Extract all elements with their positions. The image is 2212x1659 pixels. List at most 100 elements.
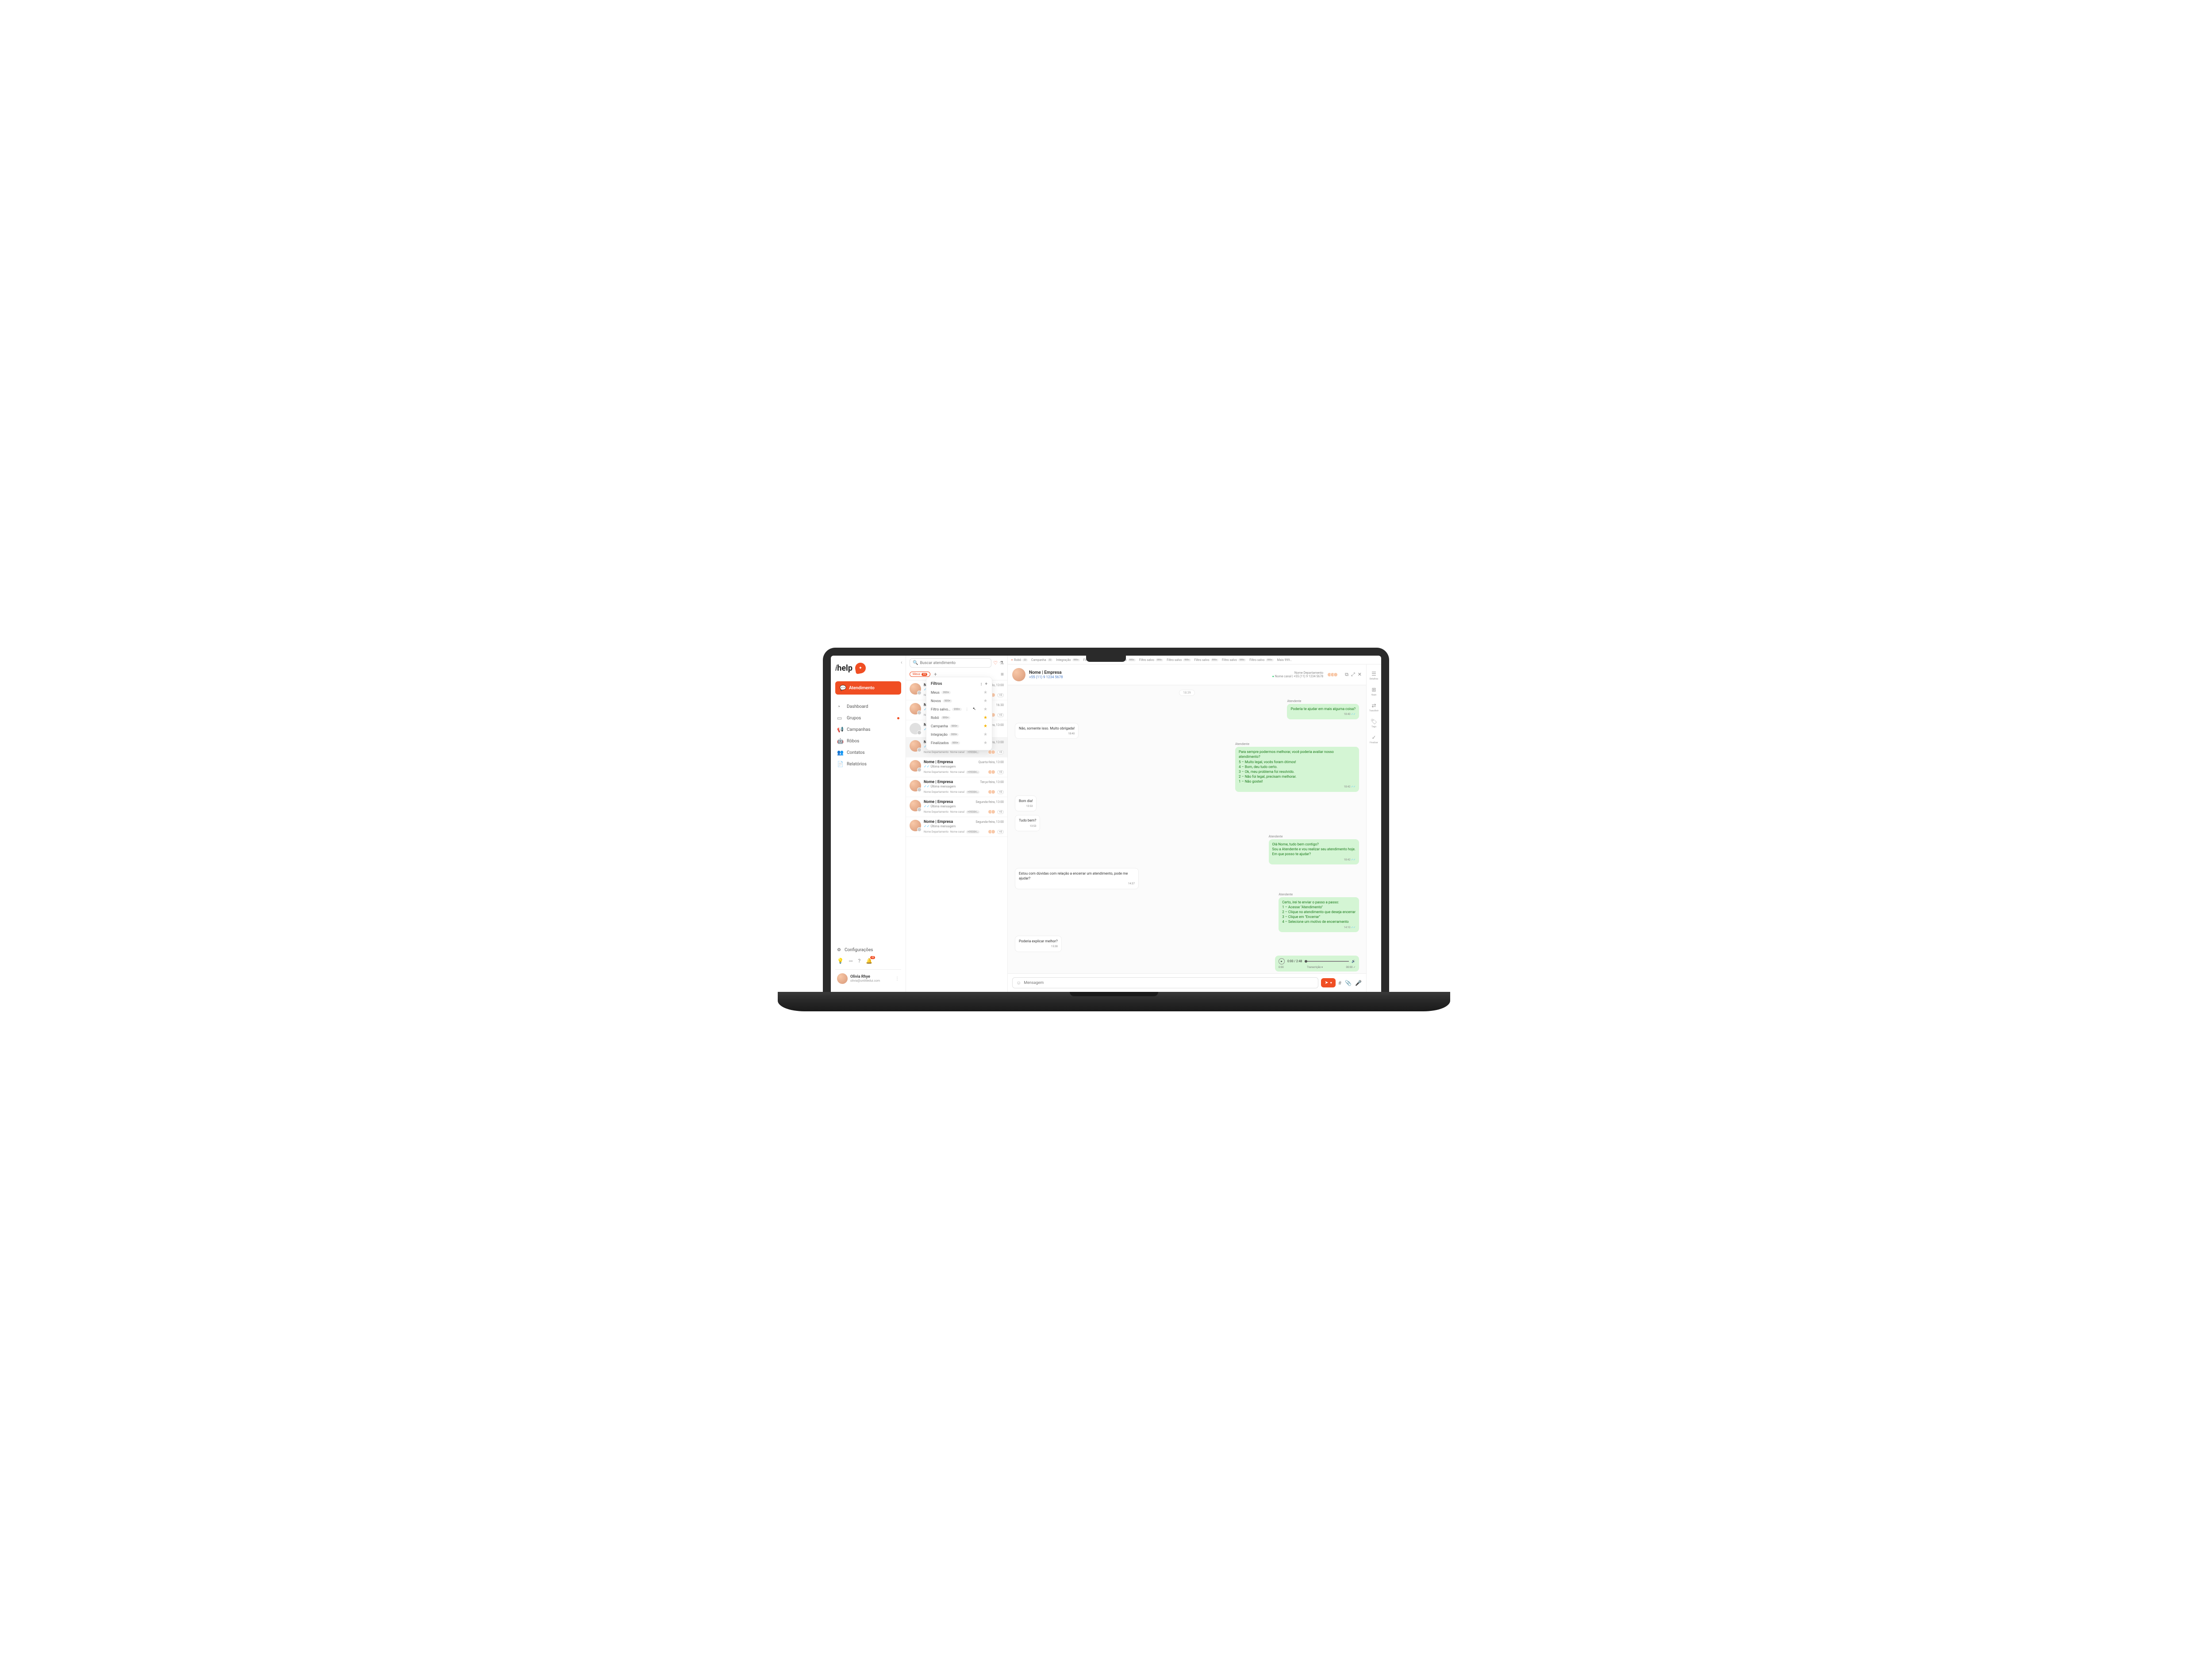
filter-icon[interactable]: ⚗ <box>999 660 1004 666</box>
conv-time: Segunda-feira, 13:00 <box>975 820 1004 824</box>
message-bubble: Não, somente isso. Muito obrigada!18:40 <box>1015 723 1079 739</box>
star-icon[interactable]: ★ <box>983 715 987 720</box>
chat-header: Nome | Empresa +55 (11) 9 1234 5678 Nome… <box>1008 664 1366 685</box>
tick-icon: ✓✓ <box>1351 785 1356 788</box>
message-input[interactable] <box>1024 981 1314 985</box>
tick-icon: ✓✓ <box>1351 926 1356 929</box>
logo-text: iihelphelp <box>835 664 853 673</box>
assignee-avatars <box>1329 672 1338 677</box>
tab[interactable]: Integração999+ <box>1056 658 1080 662</box>
tab[interactable]: Filtro salvo999+ <box>1167 658 1190 662</box>
conversation-item[interactable]: Nome | EmpresaSegunda-feira, 13:00✓✓Últi… <box>906 797 1007 817</box>
tab[interactable]: Robô22 <box>1011 658 1028 662</box>
user-name: Olivia Rhye <box>850 975 880 979</box>
config-link[interactable]: ⚙ Configurações <box>835 945 901 955</box>
tab[interactable]: Filtro salvo999+ <box>1139 658 1163 662</box>
chip-meus[interactable]: Meus 99 <box>910 672 930 677</box>
conv-time: Terça-feira, 13:00 <box>980 780 1004 784</box>
rail-tags[interactable]: 🏷Tags <box>1371 718 1377 728</box>
filter-row[interactable]: Meus999+ ★ <box>926 688 992 697</box>
user-profile[interactable]: Olivia Rhye olivia@untitledui.com ⋮ <box>835 969 901 987</box>
filter-row[interactable]: Filtro salvo…999+⋮↖★ <box>926 705 992 714</box>
star-icon[interactable]: ★ <box>983 707 987 712</box>
kebab-icon[interactable]: ⋮ <box>895 976 899 981</box>
rail-transferir[interactable]: ⇄Transferir <box>1369 703 1379 712</box>
filter-label: Meus <box>931 691 940 695</box>
docs-icon[interactable]: ▫▫ <box>849 958 853 964</box>
transcript-toggle[interactable]: Transcrição ▾ <box>1307 966 1323 969</box>
filter-label: Filtro salvo… <box>931 707 950 711</box>
tab[interactable]: Filtro salvo999+ <box>1222 658 1246 662</box>
nav-label: Relatórios <box>847 762 867 767</box>
search-box[interactable]: 🔍 <box>910 658 991 668</box>
message-time: 18:40 ✓✓ <box>1290 713 1356 716</box>
filter-row[interactable]: Campanha999+★ <box>926 722 992 730</box>
filter-arrows-icon[interactable]: ↕ <box>980 682 983 687</box>
star-icon[interactable]: ★ <box>983 732 987 737</box>
send-icon: ➤ <box>1325 980 1328 985</box>
message-time: 15:38 <box>1019 945 1058 949</box>
conv-avatar <box>910 683 921 695</box>
user-email: olivia@untitledui.com <box>850 979 880 983</box>
filter-count: 999+ <box>941 716 951 719</box>
rail-finalizar[interactable]: ✓Finalizar <box>1370 734 1378 744</box>
add-filter-icon[interactable]: + <box>934 671 937 677</box>
expand-icon[interactable]: ⤢ <box>1351 672 1355 678</box>
star-icon[interactable]: ★ <box>983 699 987 703</box>
filter-count: 999+ <box>941 691 951 694</box>
star-icon[interactable]: ★ <box>983 690 987 695</box>
conversation-item[interactable]: Nome | EmpresaTerça-feira, 13:00✓✓Última… <box>906 777 1007 797</box>
conv-avatar <box>910 703 921 714</box>
message-input-box[interactable]: ☺ <box>1012 977 1318 988</box>
hash-icon[interactable]: # <box>1338 980 1341 986</box>
bell-icon[interactable]: 🔔 <box>866 958 872 964</box>
audio-time: 0:00 / 2:48 <box>1287 960 1302 963</box>
nav-label: Campanhas <box>847 727 870 732</box>
nav-label: Grupos <box>847 716 861 721</box>
filter-count: 999+ <box>952 708 962 711</box>
conversation-item[interactable]: Nome | EmpresaQuarta-feira, 13:00✓✓Últim… <box>906 757 1007 777</box>
nav-item-campanhas[interactable]: 📢 Campanhas <box>835 724 901 735</box>
rail-label: Detalhes <box>1370 678 1379 680</box>
nav-item-dashboard[interactable]: ◔Dashboard <box>835 701 901 712</box>
play-icon[interactable]: ▸ <box>1279 958 1285 964</box>
nav-item-grupos[interactable]: ▭Grupos <box>835 712 901 724</box>
filter-row[interactable]: Finalizados999+★ <box>926 739 992 747</box>
star-icon[interactable]: ★ <box>983 741 987 745</box>
send-button[interactable]: ➤ ▾ <box>1321 978 1335 987</box>
collapse-icon[interactable]: ‹ <box>901 659 902 665</box>
copy-icon[interactable]: ⧉ <box>1345 672 1348 678</box>
filter-row[interactable]: Novos999+★ <box>926 697 992 705</box>
filter-add-icon[interactable]: + <box>985 682 988 687</box>
mic-icon[interactable]: 🎤 <box>1355 980 1362 986</box>
filter-row[interactable]: Integração999+★ <box>926 730 992 739</box>
nav-item-relatórios[interactable]: 📄Relatórios <box>835 758 901 770</box>
message-row: Poderia explicar melhor?15:38 <box>1015 936 1359 952</box>
message-row: AtendenteOlá Nome, tudo bem contigo?Sou … <box>1015 835 1359 864</box>
tab[interactable]: Filtro salvo999+ <box>1194 658 1218 662</box>
search-input[interactable] <box>920 661 988 665</box>
favorite-icon[interactable]: ♡ <box>993 660 998 666</box>
rail-apps[interactable]: ⊞Apps <box>1371 687 1376 696</box>
rail-detalhes[interactable]: ☰Detalhes <box>1370 671 1379 680</box>
message-time: 18:40 <box>1019 732 1075 736</box>
tab[interactable]: Filtro salvo999+ <box>1249 658 1273 662</box>
attachment-icon[interactable]: 📎 <box>1345 980 1352 986</box>
filter-row[interactable]: Robô999+★ <box>926 714 992 722</box>
help-icon[interactable]: ? <box>858 958 860 964</box>
close-icon[interactable]: ✕ <box>1358 672 1362 678</box>
audio-progress[interactable] <box>1305 961 1349 962</box>
sort-icon[interactable]: ≡ <box>1001 671 1004 677</box>
conversation-item[interactable]: Nome | EmpresaSegunda-feira, 13:00✓✓Últi… <box>906 817 1007 837</box>
tab[interactable]: Mais 999… <box>1277 658 1292 662</box>
volume-icon[interactable]: 🔊 <box>1352 960 1356 963</box>
nav-icon: 📢 <box>837 726 843 733</box>
nav-item-rôbos[interactable]: 🤖Rôbos <box>835 735 901 747</box>
emoji-icon[interactable]: ☺ <box>1016 980 1021 986</box>
tab[interactable]: Campanha22 <box>1031 658 1052 662</box>
filter-dots-icon[interactable]: ⋮ <box>965 707 969 711</box>
nav-item-contatos[interactable]: 👥Contatos <box>835 747 901 758</box>
star-icon[interactable]: ★ <box>983 724 987 729</box>
idea-icon[interactable]: 💡 <box>837 958 844 964</box>
atendimento-button[interactable]: 💬 Atendimento <box>835 681 901 695</box>
